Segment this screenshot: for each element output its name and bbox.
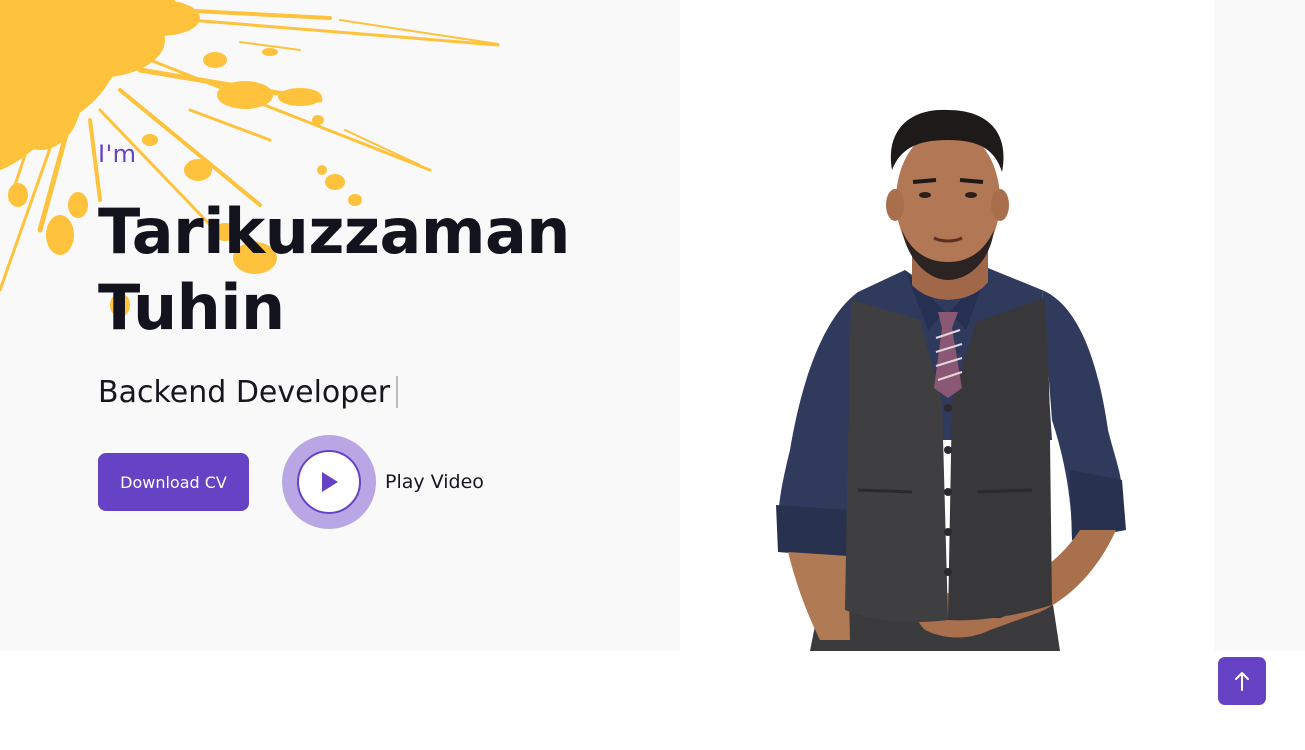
- hero-intro: I'm Tarikuzzaman Tuhin Backend Developer: [98, 136, 658, 410]
- arrow-up-icon: [1235, 672, 1249, 691]
- play-button-circle[interactable]: [297, 450, 361, 514]
- scroll-to-top-button[interactable]: [1218, 657, 1266, 705]
- play-button-ring[interactable]: [282, 435, 376, 529]
- play-video-label[interactable]: Play Video: [385, 471, 484, 493]
- name-heading: Tarikuzzaman Tuhin: [98, 194, 658, 346]
- portrait-image: [776, 109, 1126, 651]
- name-line-2: Tuhin: [98, 271, 285, 344]
- name-line-1: Tarikuzzaman: [98, 195, 570, 268]
- portrait-panel: [680, 0, 1214, 651]
- role-text: Backend Developer: [98, 374, 391, 410]
- hero-section: I'm Tarikuzzaman Tuhin Backend Developer…: [0, 0, 1305, 651]
- role-row: Backend Developer: [98, 374, 658, 410]
- play-icon: [322, 472, 338, 492]
- download-cv-button[interactable]: Download CV: [98, 453, 249, 511]
- typing-cursor: [396, 376, 399, 408]
- play-video-button[interactable]: Play Video: [282, 435, 484, 529]
- greeting-text: I'm: [98, 140, 137, 168]
